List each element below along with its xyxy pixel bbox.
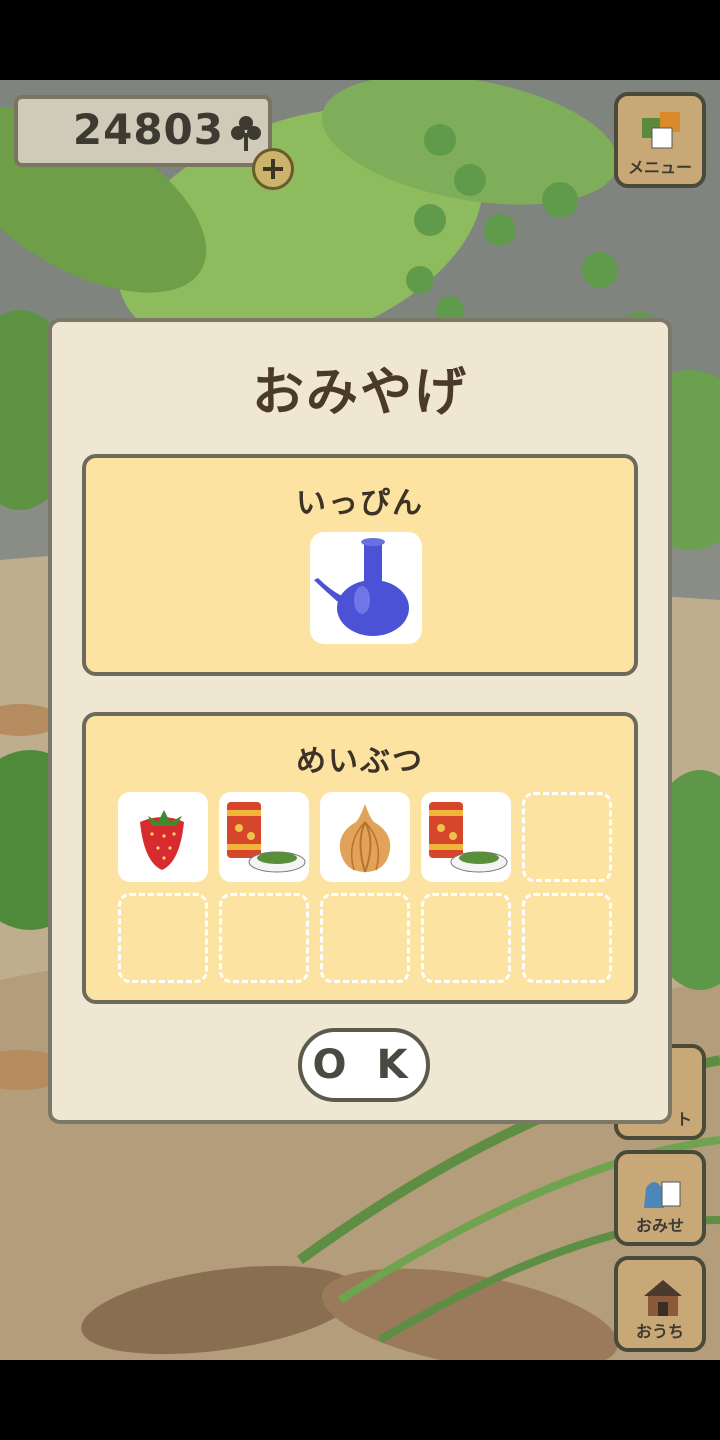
menu-button[interactable]: メニュー	[614, 92, 706, 188]
treasure-slot[interactable]	[310, 532, 422, 644]
specialty-panel: めいぶつ	[82, 712, 638, 1004]
shop-button[interactable]: おみせ	[614, 1150, 706, 1246]
specialty-slot-2[interactable]	[219, 792, 309, 882]
clover-counter: 24803	[14, 95, 272, 167]
treasure-panel: いっぴん	[82, 454, 638, 676]
dialog-title: おみやげ	[251, 363, 468, 423]
tea-canister-icon	[227, 802, 306, 873]
specialty-slot-8	[320, 893, 410, 983]
specialty-slot-7	[219, 893, 309, 983]
add-clover-button[interactable]	[252, 148, 294, 190]
specialty-slot-1[interactable]	[118, 792, 208, 882]
specialty-slot-3[interactable]	[320, 792, 410, 882]
shop-label: おみせ	[635, 1216, 684, 1235]
house-icon	[644, 1280, 682, 1316]
shop-bag-icon	[644, 1181, 681, 1208]
specialty-slot-9	[421, 893, 511, 983]
ok-button[interactable]: O K	[298, 1028, 430, 1102]
specialty-slot-4[interactable]	[421, 792, 511, 882]
souvenir-dialog: おみやげ いっぴん めいぶつ O K	[48, 318, 672, 1124]
menu-label: メニュー	[627, 158, 692, 177]
blue-vase-icon	[314, 538, 409, 636]
status-bar	[0, 0, 720, 80]
home-button[interactable]: おうち	[614, 1256, 706, 1352]
tea-canister-icon	[429, 802, 508, 873]
navigation-bar	[0, 1360, 720, 1440]
strawberry-icon	[140, 810, 184, 870]
clover-icon	[231, 116, 261, 151]
specialty-slot-5	[522, 792, 612, 882]
treasure-title: いっぴん	[296, 486, 424, 521]
menu-notes-icon	[642, 112, 680, 149]
clover-count: 24803	[72, 105, 224, 154]
home-label: おうち	[635, 1322, 684, 1341]
specialty-slot-6	[118, 893, 208, 983]
specialty-slot-10	[522, 893, 612, 983]
onion-icon	[339, 804, 391, 873]
specialty-title: めいぶつ	[296, 744, 424, 779]
